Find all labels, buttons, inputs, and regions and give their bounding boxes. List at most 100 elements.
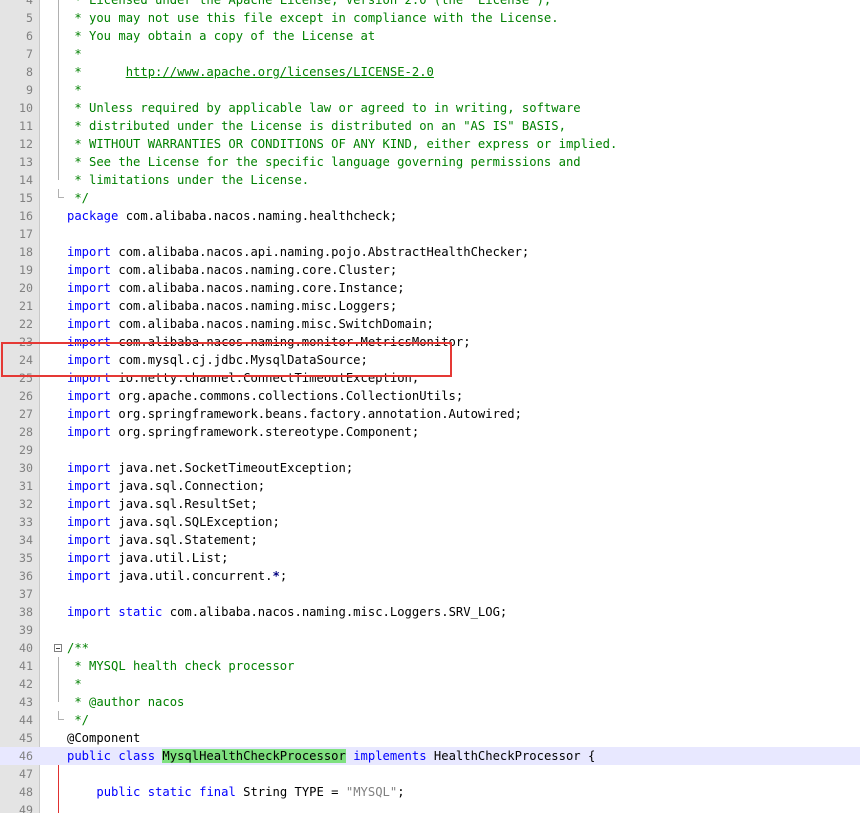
code-line[interactable]: 30 import java.net.SocketTimeoutException… bbox=[0, 459, 860, 477]
code-line[interactable]: 9 * bbox=[0, 81, 860, 99]
code-line[interactable]: 39 bbox=[0, 621, 860, 639]
code-line[interactable]: 29 bbox=[0, 441, 860, 459]
code-token: final bbox=[199, 785, 236, 799]
code-line[interactable]: 5 * you may not use this file except in … bbox=[0, 9, 860, 27]
code-text: import java.net.SocketTimeoutException; bbox=[67, 459, 353, 477]
code-token: ; bbox=[279, 569, 288, 583]
code-line[interactable]: 6 * You may obtain a copy of the License… bbox=[0, 27, 860, 45]
code-token: java.sql.Statement; bbox=[111, 533, 258, 547]
code-token: import bbox=[67, 533, 112, 547]
code-line[interactable]: 7 * bbox=[0, 45, 860, 63]
code-text: package com.alibaba.nacos.naming.healthc… bbox=[67, 207, 397, 225]
code-token: * bbox=[67, 65, 126, 79]
code-line[interactable]: 44 */ bbox=[0, 711, 860, 729]
code-line[interactable]: 33 import java.sql.SQLException; bbox=[0, 513, 860, 531]
code-line[interactable]: 10 * Unless required by applicable law o… bbox=[0, 99, 860, 117]
code-token: import bbox=[67, 299, 112, 313]
line-number: 44 bbox=[19, 713, 33, 727]
code-line[interactable]: 27 import org.springframework.beans.facto… bbox=[0, 405, 860, 423]
code-text: * See the License for the specific langu… bbox=[67, 153, 580, 171]
code-line[interactable]: 15 */ bbox=[0, 189, 860, 207]
code-text: * http://www.apache.org/licenses/LICENSE… bbox=[67, 63, 434, 81]
code-text: import com.alibaba.nacos.naming.core.Clu… bbox=[67, 261, 397, 279]
code-line[interactable]: 40 /** bbox=[0, 639, 860, 657]
code-token: com.alibaba.nacos.naming.healthcheck; bbox=[118, 209, 398, 223]
code-line[interactable]: 31 import java.sql.Connection; bbox=[0, 477, 860, 495]
code-line[interactable]: 21 import com.alibaba.nacos.naming.misc.L… bbox=[0, 297, 860, 315]
line-number: 11 bbox=[19, 119, 33, 133]
code-line[interactable]: 48 public static final String TYPE = "MY… bbox=[0, 783, 860, 801]
highlight-annotation-box bbox=[1, 342, 452, 377]
code-token: package bbox=[67, 209, 119, 223]
code-token: import bbox=[67, 605, 112, 619]
code-text: import static com.alibaba.nacos.naming.m… bbox=[67, 603, 507, 621]
code-token: import bbox=[67, 407, 112, 421]
code-token[interactable]: http://www.apache.org/licenses/LICENSE-2… bbox=[126, 65, 434, 79]
code-line[interactable]: 26 import org.apache.commons.collections.… bbox=[0, 387, 860, 405]
code-line[interactable]: 4 * Licensed under the Apache License, V… bbox=[0, 0, 860, 9]
code-line[interactable]: 14 * limitations under the License. bbox=[0, 171, 860, 189]
code-token: @Component bbox=[67, 731, 141, 745]
code-line[interactable]: 8 * http://www.apache.org/licenses/LICEN… bbox=[0, 63, 860, 81]
code-text: import com.alibaba.nacos.naming.core.Ins… bbox=[67, 279, 405, 297]
code-token: static bbox=[147, 785, 192, 799]
code-line[interactable]: 13 * See the License for the specific la… bbox=[0, 153, 860, 171]
code-line[interactable]: 20 import com.alibaba.nacos.naming.core.I… bbox=[0, 279, 860, 297]
code-token: * MYSQL health check processor bbox=[67, 659, 295, 673]
line-number: 17 bbox=[19, 227, 33, 241]
code-token: * bbox=[67, 47, 82, 61]
line-number: 37 bbox=[19, 587, 33, 601]
code-text: * bbox=[67, 675, 81, 693]
code-token: import bbox=[67, 263, 112, 277]
code-line[interactable]: 38 import static com.alibaba.nacos.naming… bbox=[0, 603, 860, 621]
line-number: 29 bbox=[19, 443, 33, 457]
code-token: MysqlHealthCheckProcessor bbox=[162, 749, 346, 763]
code-line[interactable]: 17 bbox=[0, 225, 860, 243]
code-line[interactable]: 12 * WITHOUT WARRANTIES OR CONDITIONS OF… bbox=[0, 135, 860, 153]
code-line[interactable]: 37 bbox=[0, 585, 860, 603]
code-line[interactable]: 45 @Component bbox=[0, 729, 860, 747]
line-number: 32 bbox=[19, 497, 33, 511]
line-number: 48 bbox=[19, 785, 33, 799]
line-number: 34 bbox=[19, 533, 33, 547]
code-text: @Component bbox=[67, 729, 140, 747]
code-line[interactable]: 36 import java.util.concurrent.*; bbox=[0, 567, 860, 585]
code-token: ; bbox=[397, 785, 405, 799]
line-number: 19 bbox=[19, 263, 33, 277]
code-token: import bbox=[67, 281, 112, 295]
line-number: 12 bbox=[19, 137, 33, 151]
code-line[interactable]: 11 * distributed under the License is di… bbox=[0, 117, 860, 135]
code-line[interactable]: 43 * @author nacos bbox=[0, 693, 860, 711]
code-token: /** bbox=[67, 641, 90, 655]
code-line[interactable]: 19 import com.alibaba.nacos.naming.core.C… bbox=[0, 261, 860, 279]
code-line[interactable]: 22 import com.alibaba.nacos.naming.misc.S… bbox=[0, 315, 860, 333]
code-text: import com.alibaba.nacos.api.naming.pojo… bbox=[67, 243, 529, 261]
code-line[interactable]: 34 import java.sql.Statement; bbox=[0, 531, 860, 549]
line-number: 38 bbox=[19, 605, 33, 619]
code-line[interactable]: 41 * MYSQL health check processor bbox=[0, 657, 860, 675]
code-token: import bbox=[67, 551, 112, 565]
code-text: import java.sql.Connection; bbox=[67, 477, 265, 495]
code-line[interactable]: 28 import org.springframework.stereotype.… bbox=[0, 423, 860, 441]
line-number: 10 bbox=[19, 101, 33, 115]
line-number: 31 bbox=[19, 479, 33, 493]
code-text: import java.util.concurrent.*; bbox=[67, 567, 287, 585]
code-token: com.alibaba.nacos.naming.misc.Loggers; bbox=[111, 299, 398, 313]
code-line[interactable]: 49 bbox=[0, 801, 860, 813]
code-line[interactable]: 46 public class MysqlHealthCheckProcessor… bbox=[0, 747, 860, 765]
code-editor[interactable]: 4 * Licensed under the Apache License, V… bbox=[0, 0, 860, 813]
code-token: import bbox=[67, 317, 112, 331]
code-line[interactable]: 18 import com.alibaba.nacos.api.naming.po… bbox=[0, 243, 860, 261]
code-line[interactable]: 16 package com.alibaba.nacos.naming.healt… bbox=[0, 207, 860, 225]
code-line[interactable]: 47 bbox=[0, 765, 860, 783]
code-token: implements bbox=[353, 749, 427, 763]
code-token: HealthCheckProcessor { bbox=[426, 749, 596, 763]
line-number: 18 bbox=[19, 245, 33, 259]
code-line[interactable]: 42 * bbox=[0, 675, 860, 693]
code-line[interactable]: 32 import java.sql.ResultSet; bbox=[0, 495, 860, 513]
code-line[interactable]: 35 import java.util.List; bbox=[0, 549, 860, 567]
code-text: import org.apache.commons.collections.Co… bbox=[67, 387, 463, 405]
code-text: * limitations under the License. bbox=[67, 171, 309, 189]
